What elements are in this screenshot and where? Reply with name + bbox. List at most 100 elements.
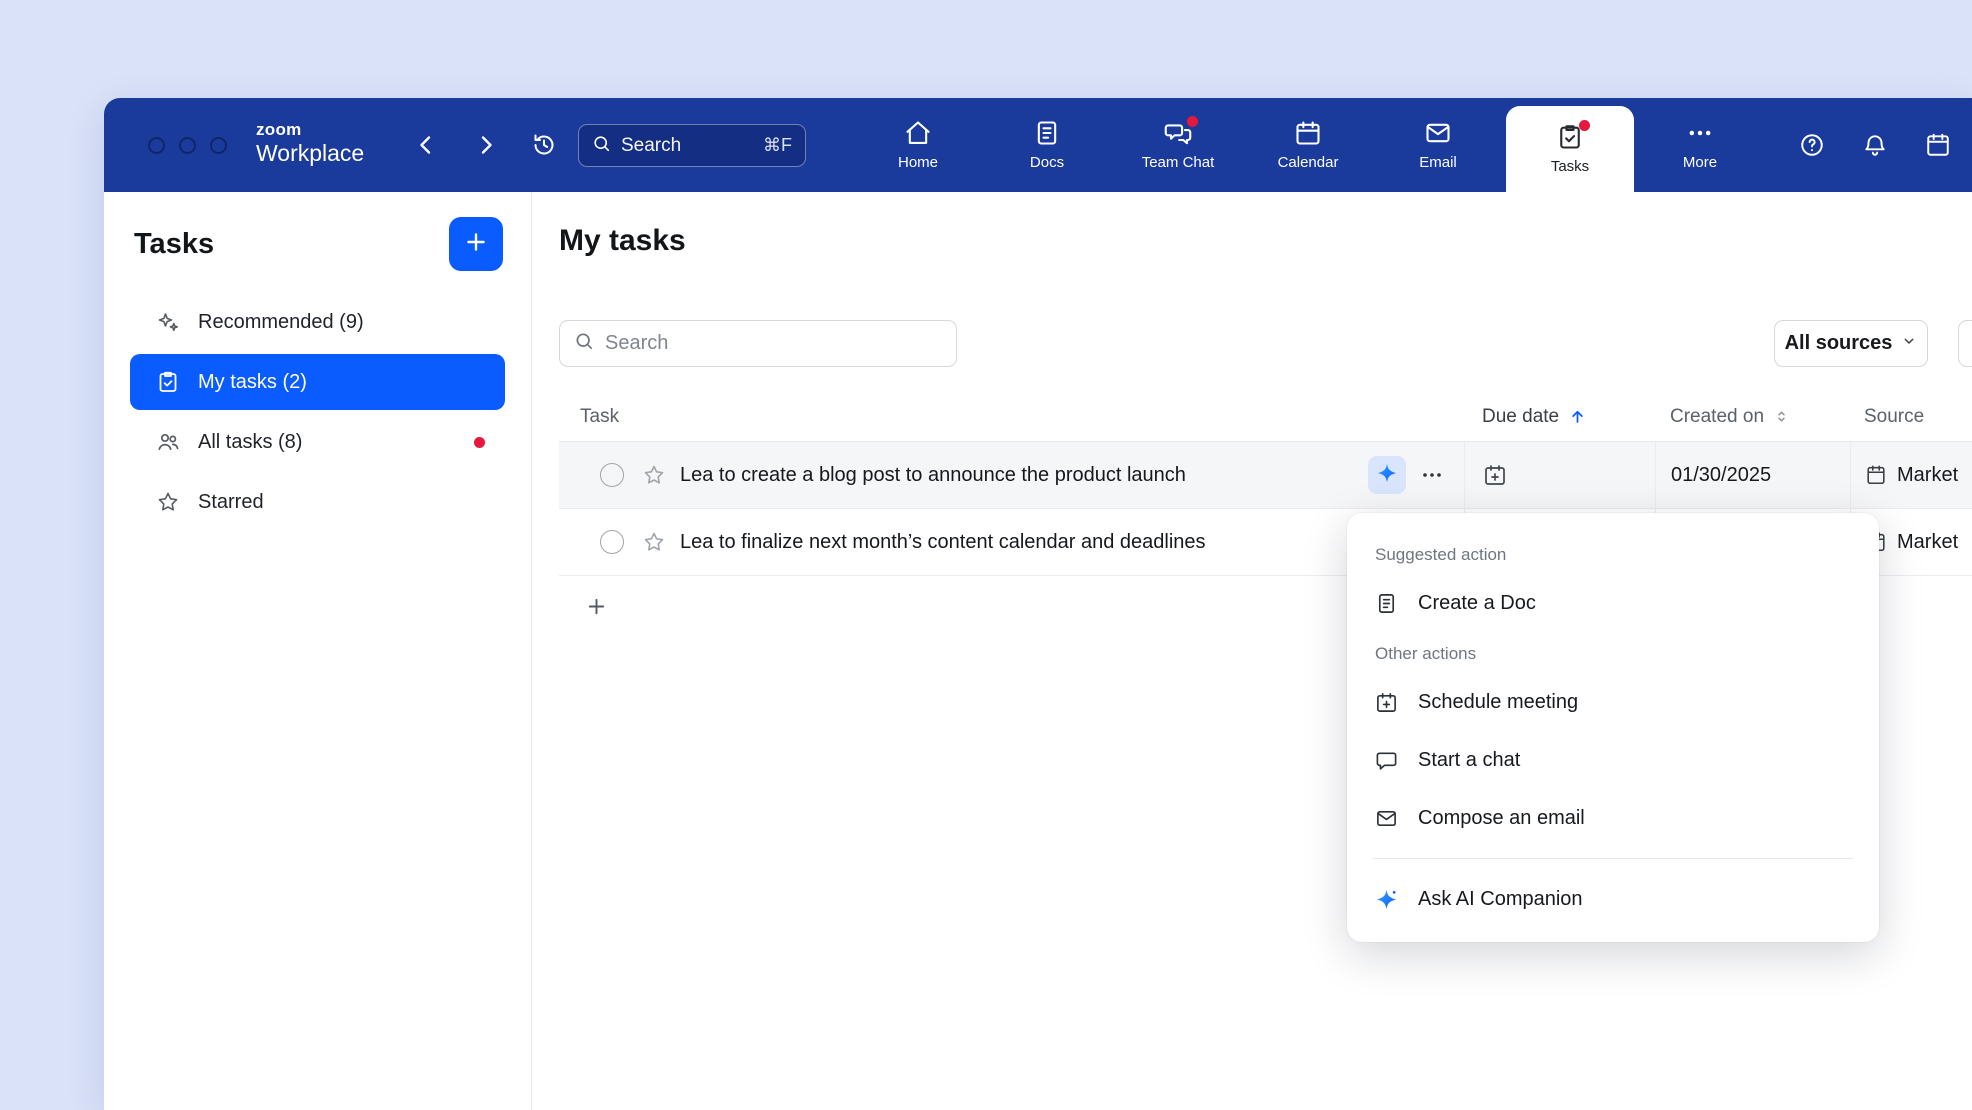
zoom-workplace-logo: zoom Workplace <box>256 121 364 165</box>
window-maximize-button[interactable] <box>210 137 227 154</box>
nav-team-chat[interactable]: Team Chat <box>1113 98 1243 192</box>
home-icon <box>904 119 932 147</box>
clipped-toolbar-button[interactable] <box>1958 320 1972 367</box>
plus-icon <box>463 229 489 260</box>
task-row[interactable]: Lea to create a blog post to announce th… <box>559 442 1972 509</box>
created-on-date: 01/30/2025 <box>1671 464 1771 487</box>
sort-ascending-icon <box>1568 407 1587 426</box>
help-button[interactable] <box>1799 132 1825 158</box>
window-close-button[interactable] <box>148 137 165 154</box>
sidebar-item-label: Recommended (9) <box>198 311 364 334</box>
menu-item-ask-ai-companion[interactable]: Ask AI Companion <box>1347 870 1879 928</box>
my-tasks-icon <box>156 370 180 394</box>
suggested-actions-menu: Suggested action Create a Doc Other acti… <box>1347 513 1879 942</box>
star-icon[interactable] <box>642 463 666 487</box>
task-title: Lea to finalize next month’s content cal… <box>680 531 1206 554</box>
email-icon <box>1424 119 1452 147</box>
sidebar-item-label: Starred <box>198 491 264 514</box>
history-button[interactable] <box>530 131 558 159</box>
sources-filter-label: All sources <box>1785 332 1893 355</box>
nav-docs[interactable]: Docs <box>982 98 1112 192</box>
team-chat-notification-dot <box>1187 116 1198 127</box>
desktop-background: zoom Workplace Search ⌘F Home <box>0 0 1972 1110</box>
star-icon[interactable] <box>642 530 666 554</box>
column-header-task[interactable]: Task <box>559 392 1464 441</box>
calendar-icon <box>1294 119 1322 147</box>
tasks-icon <box>1556 123 1584 151</box>
calendar-plus-icon <box>1483 474 1507 491</box>
titlebar: zoom Workplace Search ⌘F Home <box>104 98 1972 192</box>
column-header-due-date[interactable]: Due date <box>1464 392 1655 441</box>
table-header-row: Task Due date Created on Source <box>559 392 1972 442</box>
menu-divider <box>1373 858 1853 859</box>
chevron-down-icon <box>1901 332 1917 355</box>
menu-item-create-doc[interactable]: Create a Doc <box>1347 574 1879 632</box>
nav-more[interactable]: More <box>1635 98 1765 192</box>
sources-filter-dropdown[interactable]: All sources <box>1774 320 1928 367</box>
column-header-created-on[interactable]: Created on <box>1655 392 1850 441</box>
sidebar-nav: Recommended (9) My tasks (2) All tasks (… <box>104 271 531 530</box>
calendar-panel-icon <box>1925 145 1951 162</box>
docs-icon <box>1033 119 1061 147</box>
ellipsis-icon <box>1420 474 1444 491</box>
menu-item-schedule-meeting[interactable]: Schedule meeting <box>1347 673 1879 731</box>
menu-section-label: Other actions <box>1347 632 1879 673</box>
zoom-workplace-window: zoom Workplace Search ⌘F Home <box>104 98 1972 1110</box>
sidebar-item-starred[interactable]: Starred <box>130 474 505 530</box>
more-ellipsis-icon <box>1686 119 1714 147</box>
menu-item-compose-email[interactable]: Compose an email <box>1347 789 1879 847</box>
help-icon <box>1799 145 1825 162</box>
global-search-shortcut: ⌘F <box>763 135 792 156</box>
sort-toggle-icon <box>1773 408 1790 425</box>
email-icon <box>1375 807 1398 830</box>
logo-workplace-text: Workplace <box>256 142 364 165</box>
nav-tasks-active-tab[interactable]: Tasks <box>1506 106 1634 192</box>
doc-icon <box>1375 592 1398 615</box>
task-search-input[interactable] <box>605 332 942 355</box>
new-task-button[interactable] <box>449 217 503 271</box>
sidebar-title: Tasks <box>134 228 214 261</box>
add-due-date-button[interactable] <box>1483 463 1507 487</box>
tasks-notification-dot <box>1579 120 1590 131</box>
source-name: Market <box>1897 464 1958 487</box>
nav-home[interactable]: Home <box>853 98 983 192</box>
sidebar-item-recommended[interactable]: Recommended (9) <box>130 294 505 350</box>
task-complete-checkbox[interactable] <box>600 463 624 487</box>
task-search-field <box>559 320 957 367</box>
ai-sparkle-icon <box>1375 888 1398 911</box>
global-search[interactable]: Search ⌘F <box>578 124 806 167</box>
source-doc-icon <box>1865 464 1887 486</box>
row-more-actions-button[interactable] <box>1420 463 1444 487</box>
window-controls <box>148 137 227 154</box>
task-title: Lea to create a blog post to announce th… <box>680 464 1186 487</box>
notifications-button[interactable] <box>1862 132 1888 158</box>
forward-button[interactable] <box>472 131 500 159</box>
search-icon <box>592 134 611 158</box>
source-name: Market <box>1897 531 1958 554</box>
all-tasks-notification-dot <box>474 437 485 448</box>
menu-item-start-chat[interactable]: Start a chat <box>1347 731 1879 789</box>
sidebar-item-label: All tasks (8) <box>198 431 302 454</box>
nav-calendar[interactable]: Calendar <box>1243 98 1373 192</box>
back-button[interactable] <box>412 131 440 159</box>
people-icon <box>156 430 180 454</box>
calendar-panel-button[interactable] <box>1925 132 1951 158</box>
sidebar-item-my-tasks[interactable]: My tasks (2) <box>130 354 505 410</box>
ai-sparkle-icon <box>1376 462 1398 489</box>
chevron-left-icon <box>412 146 440 163</box>
menu-section-label: Suggested action <box>1347 533 1879 574</box>
task-complete-checkbox[interactable] <box>600 530 624 554</box>
logo-zoom-text: zoom <box>256 121 364 138</box>
history-clock-icon <box>530 146 558 163</box>
sidebar-item-all-tasks[interactable]: All tasks (8) <box>130 414 505 470</box>
window-minimize-button[interactable] <box>179 137 196 154</box>
chevron-right-icon <box>472 146 500 163</box>
ai-companion-button[interactable] <box>1368 456 1406 494</box>
plus-icon <box>585 595 608 618</box>
sidebar-item-label: My tasks (2) <box>198 371 307 394</box>
calendar-plus-icon <box>1375 691 1398 714</box>
global-search-label: Search <box>621 135 681 157</box>
column-header-source[interactable]: Source <box>1850 392 1972 441</box>
team-chat-icon <box>1164 119 1192 147</box>
nav-email[interactable]: Email <box>1373 98 1503 192</box>
